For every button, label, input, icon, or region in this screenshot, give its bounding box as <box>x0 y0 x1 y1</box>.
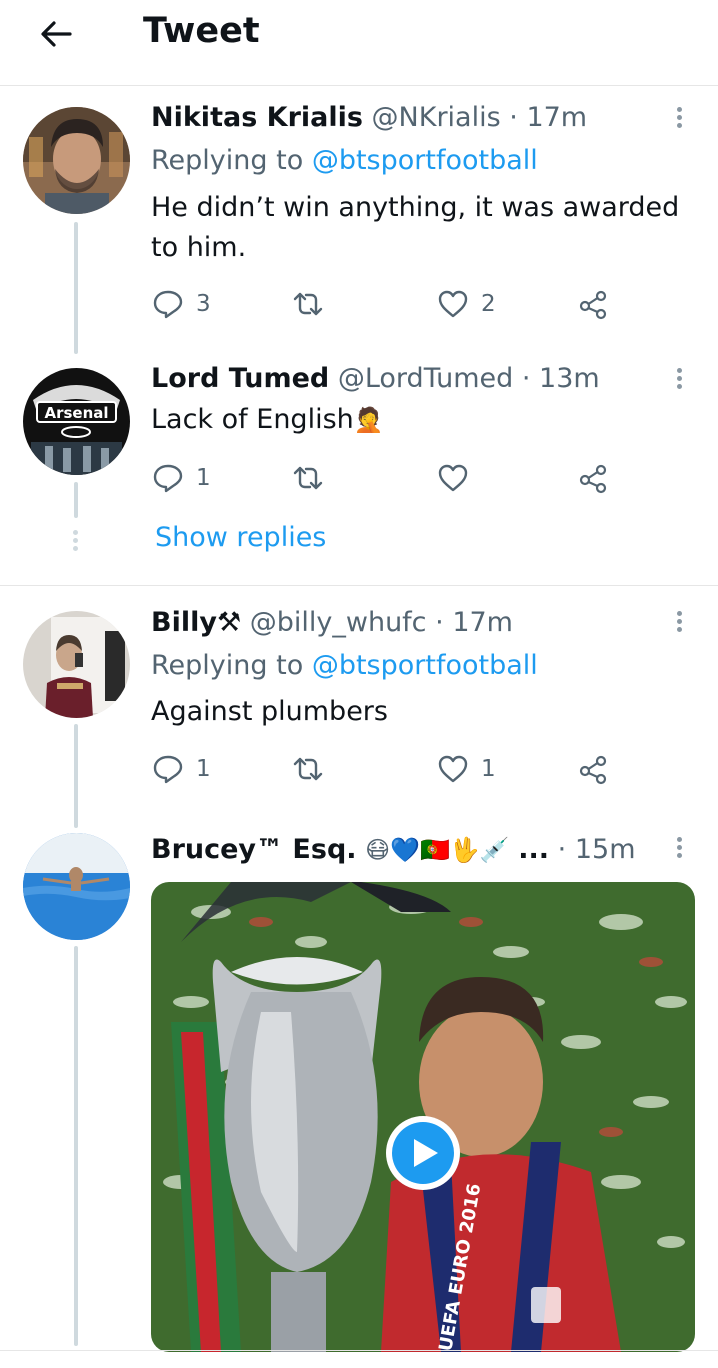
tweet-text-content: Lack of English <box>151 404 354 435</box>
thread-line <box>74 946 78 1346</box>
timestamp[interactable]: 15m <box>575 834 636 865</box>
name-ellipsis: ... <box>518 834 550 865</box>
tweet-meta: Lord Tumed @LordTumed · 13m <box>151 363 600 394</box>
reply-icon <box>153 464 183 493</box>
tweet-text: He didn’t win anything, it was awarded t… <box>151 192 680 263</box>
reply-icon <box>153 290 183 319</box>
timestamp[interactable]: 17m <box>452 607 513 638</box>
page-title: Tweet <box>143 11 260 51</box>
replying-to-link[interactable]: @btsportfootball <box>312 145 538 176</box>
retweet-button[interactable] <box>292 749 336 789</box>
reply-count: 3 <box>196 291 211 317</box>
avatar[interactable] <box>23 107 130 214</box>
reply-button[interactable]: 3 <box>152 284 211 324</box>
thread-line <box>74 222 78 354</box>
tweet-text: Against plumbers <box>151 696 388 727</box>
tweet-meta: Nikitas Krialis @NKrialis · 17m <box>151 102 587 133</box>
more-icon[interactable] <box>668 608 690 638</box>
more-icon[interactable] <box>668 834 690 864</box>
retweet-button[interactable] <box>292 284 336 324</box>
avatar[interactable]: Arsenal <box>23 368 130 475</box>
like-button[interactable]: 2 <box>437 284 496 324</box>
avatar[interactable] <box>23 833 130 940</box>
retweet-icon <box>293 757 323 781</box>
replying-label: Replying to <box>151 650 304 681</box>
share-icon <box>579 464 607 494</box>
tweet-meta: Billy⚒ @billy_whufc · 17m <box>151 607 513 638</box>
top-bar: Tweet <box>0 0 718 86</box>
separator: · <box>557 834 567 865</box>
more-icon[interactable] <box>668 365 690 395</box>
video-thumbnail[interactable]: UEFA EURO 2016 <box>151 882 695 1352</box>
like-count: 2 <box>481 291 496 317</box>
author-handle[interactable]: @LordTumed <box>338 363 513 394</box>
separator: · <box>435 607 444 638</box>
tweet-text: Lack of English🤦 <box>151 400 691 440</box>
thread-line <box>74 724 78 828</box>
tweet-actions: 3 2 <box>152 284 622 324</box>
like-count: 1 <box>481 756 496 782</box>
back-arrow-icon[interactable] <box>36 14 76 54</box>
avatar[interactable] <box>23 611 130 718</box>
reply-count: 1 <box>196 465 211 491</box>
play-icon <box>414 1139 438 1167</box>
retweet-button[interactable] <box>292 458 336 498</box>
author-name[interactable]: Lord Tumed <box>151 363 329 394</box>
name-emojis: 😷💙🇵🇹🖖💉 <box>365 836 510 864</box>
like-icon <box>438 464 468 492</box>
reply-button[interactable]: 1 <box>152 749 211 789</box>
like-button[interactable] <box>437 458 481 498</box>
reply-button[interactable]: 1 <box>152 458 211 498</box>
thread-dots <box>73 527 79 554</box>
retweet-icon <box>293 466 323 490</box>
timestamp[interactable]: 13m <box>539 363 600 394</box>
replying-to-link[interactable]: @btsportfootball <box>312 650 538 681</box>
like-icon <box>438 755 468 783</box>
author-name[interactable]: Nikitas Krialis <box>151 102 363 133</box>
show-replies-link[interactable]: Show replies <box>155 522 326 553</box>
share-button[interactable] <box>577 284 609 324</box>
reply-icon <box>153 755 183 784</box>
timestamp[interactable]: 17m <box>526 102 587 133</box>
replying-to: Replying to @btsportfootball <box>151 650 538 681</box>
share-button[interactable] <box>577 458 609 498</box>
author-name[interactable]: Billy⚒ <box>151 607 241 638</box>
more-icon[interactable] <box>668 104 690 134</box>
bottom-border <box>0 1350 718 1351</box>
like-icon <box>438 290 468 318</box>
retweet-icon <box>293 292 323 316</box>
reply-count: 1 <box>196 756 211 782</box>
separator: · <box>521 363 531 394</box>
facepalm-emoji: 🤦 <box>353 406 384 434</box>
divider <box>0 585 718 586</box>
replying-to: Replying to @btsportfootball <box>151 145 538 176</box>
tweet-actions: 1 1 <box>152 749 622 789</box>
author-handle[interactable]: @billy_whufc <box>250 607 427 638</box>
thread-line <box>74 482 78 518</box>
like-button[interactable]: 1 <box>437 749 496 789</box>
tweet-actions: 1 <box>152 458 622 498</box>
avatar-label: Arsenal <box>44 404 108 422</box>
play-button[interactable] <box>386 1116 460 1190</box>
tweet-meta: Brucey™ Esq. 😷💙🇵🇹🖖💉 ... · 15m <box>151 834 636 865</box>
share-icon <box>579 290 607 320</box>
author-name[interactable]: Brucey™ Esq. <box>151 834 357 865</box>
separator: · <box>509 102 518 133</box>
author-handle[interactable]: @NKrialis <box>372 102 501 133</box>
replying-label: Replying to <box>151 145 304 176</box>
share-icon <box>579 755 607 785</box>
share-button[interactable] <box>577 749 609 789</box>
